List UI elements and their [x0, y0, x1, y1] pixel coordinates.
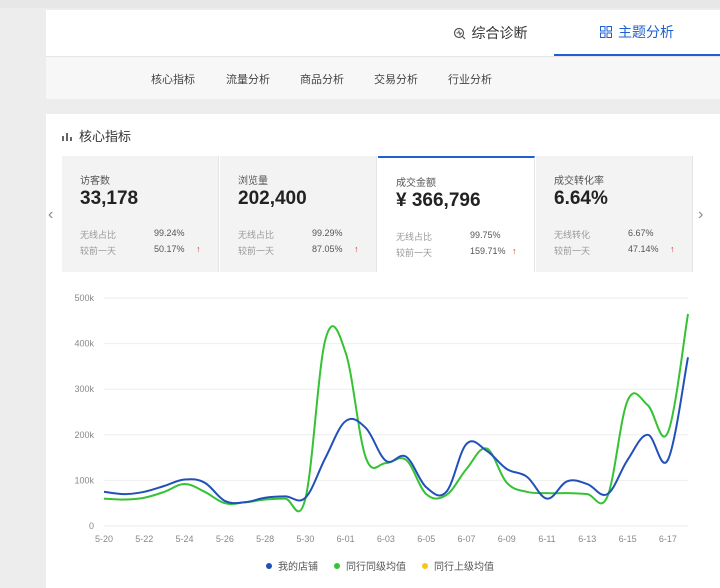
metric-row-label: 较前一天	[80, 246, 117, 256]
y-tick-label: 0	[89, 521, 94, 531]
y-tick-label: 300k	[74, 384, 94, 394]
legend-dot	[422, 562, 428, 569]
y-tick-label: 500k	[74, 293, 94, 303]
metric-value: 33,178	[80, 188, 139, 209]
x-tick-label: 6-07	[457, 534, 475, 544]
metric-row: 较前一天 47.14% ↑	[554, 244, 679, 257]
x-tick-label: 6-13	[578, 534, 596, 544]
metric-card-pageviews[interactable]: 浏览量 202,400 无线占比 99.29% 较前一天 87.05% ↑	[220, 156, 377, 272]
metric-row: 无线转化 6.67%	[554, 228, 679, 241]
series-line-my-store	[103, 357, 689, 505]
subnav-industry[interactable]: 行业分析	[448, 71, 492, 87]
metric-row-value: 50.17%	[154, 244, 185, 254]
x-tick-label: 5-22	[135, 534, 153, 544]
main-tabs: 综合诊断 主题分析	[46, 10, 720, 57]
metric-row: 无线占比 99.29%	[238, 228, 363, 241]
up-arrow-icon: ↑	[354, 244, 359, 254]
y-tick-label: 200k	[74, 430, 94, 440]
metric-row-value: 99.29%	[312, 228, 343, 238]
metric-row-label: 无线转化	[554, 230, 591, 240]
metric-row-label: 无线占比	[396, 232, 433, 242]
metric-row-value: 47.14%	[628, 244, 659, 254]
metric-card-sales-amount[interactable]: 成交金额 ¥ 366,796 无线占比 99.75% 较前一天 159.71% ↑	[378, 156, 535, 272]
metric-row-label: 较前一天	[396, 248, 433, 258]
legend-item-peer-same-level[interactable]: 同行同级均值	[334, 558, 406, 573]
metric-label: 成交转化率	[554, 176, 604, 187]
metric-cards: 访客数 33,178 无线占比 99.24% 较前一天 50.17% ↑ 浏览量 20…	[62, 156, 693, 272]
metric-label: 浏览量	[238, 176, 268, 187]
x-tick-label: 6-09	[498, 534, 516, 544]
metric-row-value: 87.05%	[312, 244, 343, 254]
up-arrow-icon: ↑	[196, 244, 201, 254]
metric-label: 成交金额	[396, 178, 436, 189]
tab-diagnosis[interactable]: 综合诊断	[430, 10, 550, 56]
sub-navigation: 核心指标 流量分析 商品分析 交易分析 行业分析	[46, 57, 720, 99]
bar-chart-icon	[62, 131, 73, 141]
x-tick-label: 6-03	[377, 534, 395, 544]
metric-row-value: 159.71%	[470, 246, 506, 256]
x-tick-label: 5-30	[296, 534, 314, 544]
y-tick-label: 100k	[74, 475, 94, 485]
tab-topic-analysis-label: 主题分析	[618, 24, 674, 40]
legend-item-peer-upper-level[interactable]: 同行上级均值	[422, 558, 494, 573]
x-tick-label: 5-28	[256, 534, 274, 544]
metric-row: 无线占比 99.24%	[80, 228, 205, 241]
panel-title-label: 核心指标	[79, 129, 132, 144]
subnav-products[interactable]: 商品分析	[300, 71, 344, 87]
metric-row-label: 无线占比	[238, 230, 275, 240]
legend-dot	[334, 562, 340, 569]
next-arrow-icon[interactable]: ›	[698, 206, 703, 224]
legend-label: 同行上级均值	[434, 562, 494, 573]
metric-row-label: 较前一天	[554, 246, 591, 256]
up-arrow-icon: ↑	[670, 244, 675, 254]
diagnosis-icon	[453, 27, 466, 40]
metric-row-label: 无线占比	[80, 230, 117, 240]
x-tick-label: 6-17	[659, 534, 677, 544]
metric-card-conversion-rate[interactable]: 成交转化率 6.64% 无线转化 6.67% 较前一天 47.14% ↑	[536, 156, 693, 272]
metric-row-label: 较前一天	[238, 246, 275, 256]
metric-row-value: 99.24%	[154, 228, 185, 238]
top-strip	[0, 0, 720, 8]
chart-legend: 我的店铺 同行同级均值 同行上级均值	[266, 558, 494, 573]
x-tick-label: 6-01	[337, 534, 355, 544]
x-tick-label: 6-15	[619, 534, 637, 544]
metric-row: 较前一天 159.71% ↑	[396, 246, 521, 259]
metric-card-visitors[interactable]: 访客数 33,178 无线占比 99.24% 较前一天 50.17% ↑	[62, 156, 219, 272]
metric-value: 6.64%	[554, 188, 608, 209]
legend-label: 同行同级均值	[346, 562, 406, 573]
x-tick-label: 5-20	[95, 534, 113, 544]
subnav-transactions[interactable]: 交易分析	[374, 71, 418, 87]
metric-row: 无线占比 99.75%	[396, 230, 521, 243]
tab-topic-analysis[interactable]: 主题分析	[554, 10, 720, 56]
x-tick-label: 6-05	[417, 534, 435, 544]
panel-title: 核心指标	[62, 126, 131, 145]
metric-row-value: 6.67%	[628, 228, 654, 238]
legend-item-my-store[interactable]: 我的店铺	[266, 558, 318, 573]
subnav-core-metrics[interactable]: 核心指标	[151, 71, 195, 87]
metric-label: 访客数	[80, 176, 110, 187]
grid-icon	[600, 26, 612, 38]
tab-diagnosis-label: 综合诊断	[471, 25, 528, 41]
metric-value: 202,400	[238, 188, 307, 209]
core-metrics-panel: 核心指标 ‹ › 访客数 33,178 无线占比 99.24% 较前一天 50.17…	[46, 114, 720, 588]
x-tick-label: 5-26	[216, 534, 234, 544]
prev-arrow-icon[interactable]: ‹	[48, 206, 53, 224]
legend-dot	[266, 562, 272, 569]
metric-row: 较前一天 50.17% ↑	[80, 244, 205, 257]
up-arrow-icon: ↑	[512, 246, 517, 256]
trend-chart: 0 100k 200k 300k 400k 500k 5-20 5-22 5-24 5-26 5-2…	[46, 274, 720, 588]
x-tick-label: 5-24	[176, 534, 194, 544]
metric-row-value: 99.75%	[470, 230, 501, 240]
y-tick-label: 400k	[74, 339, 94, 349]
trend-chart-svg: 0 100k 200k 300k 400k 500k 5-20 5-22 5-24 5-26 5-2…	[74, 293, 689, 544]
x-tick-label: 6-11	[538, 534, 555, 544]
subnav-traffic[interactable]: 流量分析	[226, 71, 270, 87]
metric-row: 较前一天 87.05% ↑	[238, 244, 363, 257]
metric-value: ¥ 366,796	[396, 190, 481, 211]
legend-label: 我的店铺	[278, 562, 318, 573]
